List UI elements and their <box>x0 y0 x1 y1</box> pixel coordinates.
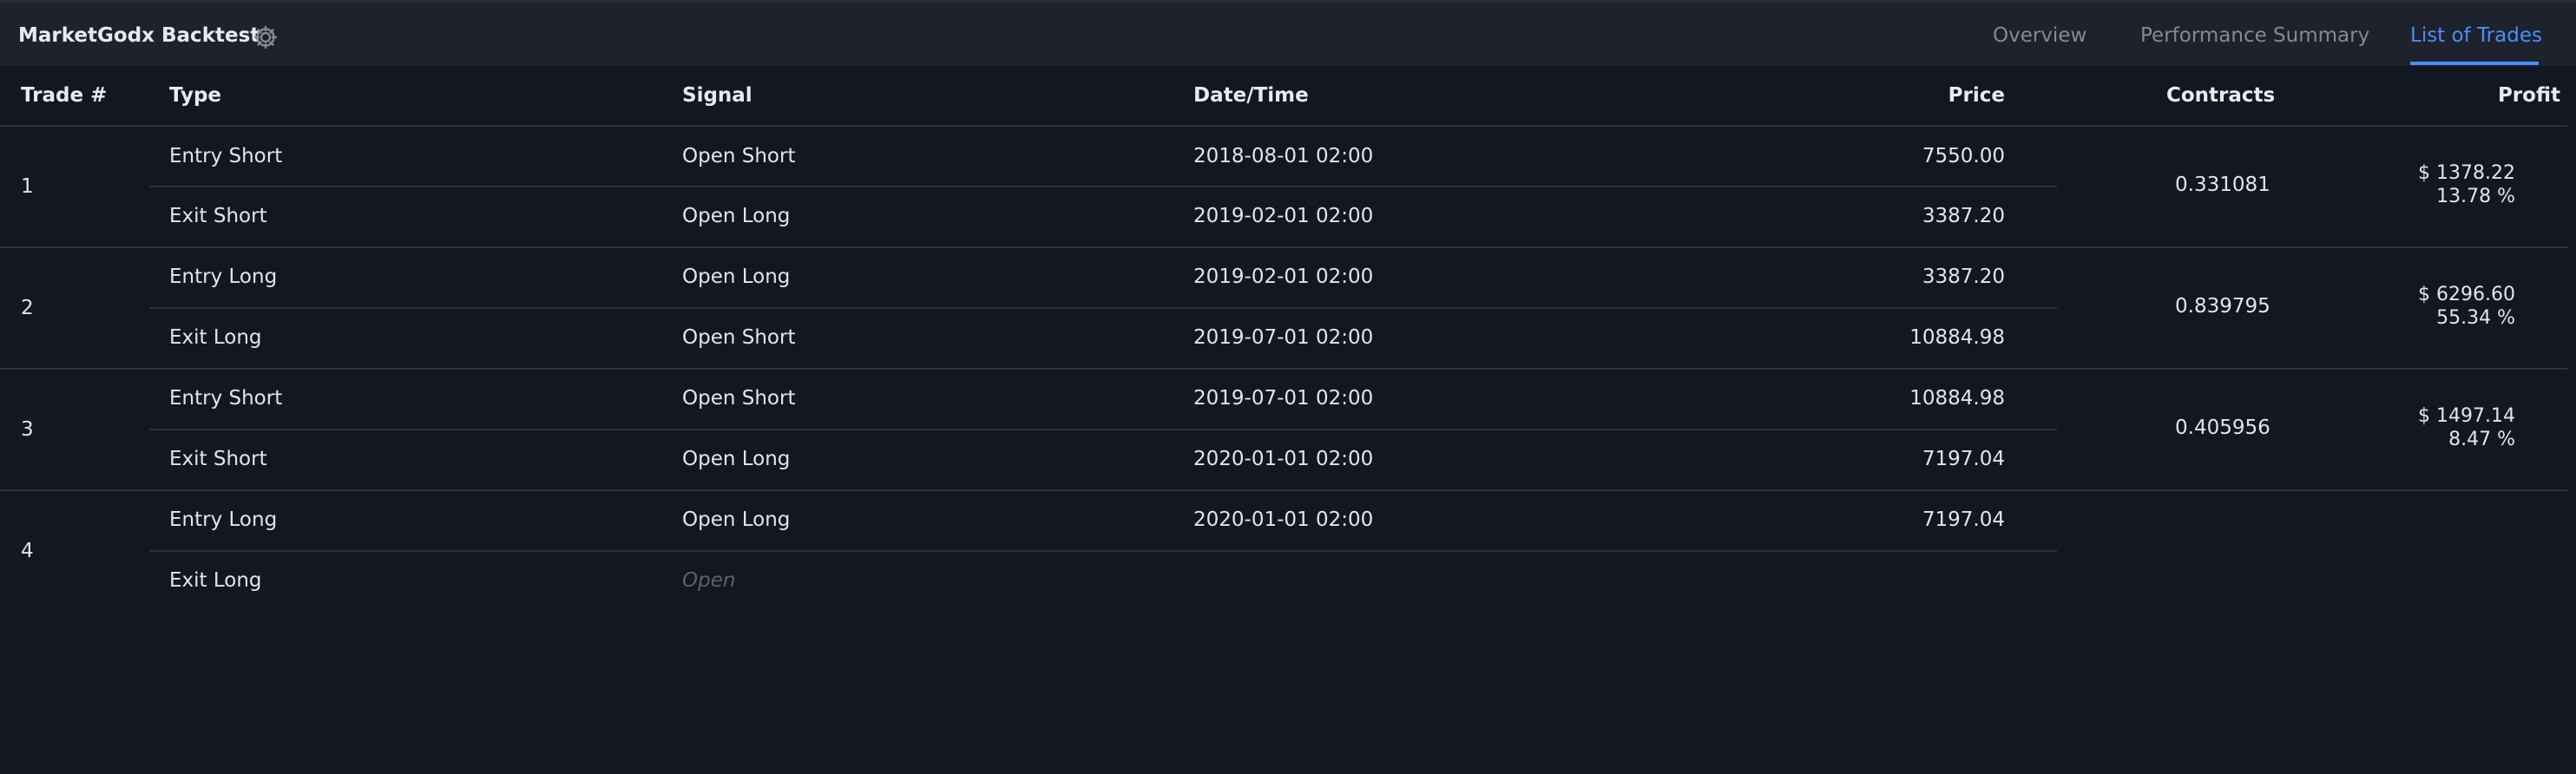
trade-number: 3 <box>21 418 34 441</box>
trade-signal-open: Open <box>682 569 736 592</box>
trade-type: Exit Short <box>169 205 267 227</box>
trade-divider <box>0 368 2567 370</box>
trade-divider <box>0 489 2567 491</box>
trade-profit-percent: 8.47 % <box>2448 429 2515 450</box>
column-header-type[interactable]: Type <box>169 84 221 107</box>
active-tab-indicator <box>2410 62 2539 65</box>
trade-datetime: 2019-07-01 02:00 <box>1193 326 1374 349</box>
trade-profit: $ 6296.60 <box>2418 284 2515 305</box>
trade-profit: $ 1497.14 <box>2418 405 2515 427</box>
trade-datetime: 2018-08-01 02:00 <box>1193 145 1374 167</box>
trade-signal: Open Long <box>682 266 791 288</box>
trade-type: Exit Short <box>169 448 267 470</box>
trade-type: Exit Long <box>169 569 262 592</box>
trade-number: 2 <box>21 297 34 319</box>
tab-performance-summary[interactable]: Performance Summary <box>2140 24 2369 47</box>
trade-type: Entry Long <box>169 266 278 288</box>
row-divider <box>149 186 2057 187</box>
trade-signal: Open Long <box>682 508 791 531</box>
trade-signal: Open Short <box>682 145 796 167</box>
trade-price: 10884.98 <box>1909 326 2005 349</box>
trade-price: 7550.00 <box>1922 145 2005 167</box>
top-bar: MarketGodx Backtest Overview Performance… <box>0 0 2576 66</box>
trade-type: Entry Short <box>169 387 283 410</box>
trade-number: 1 <box>21 175 34 198</box>
gear-icon[interactable] <box>252 23 279 51</box>
app-title: MarketGodx Backtest <box>18 24 260 47</box>
column-header-trade[interactable]: Trade # <box>21 84 107 107</box>
trade-price: 7197.04 <box>1922 508 2005 531</box>
row-divider <box>149 307 2057 309</box>
trade-price: 10884.98 <box>1909 387 2005 410</box>
trade-type: Entry Long <box>169 508 278 531</box>
header-divider <box>0 125 2567 127</box>
row-divider <box>149 550 2057 552</box>
trade-datetime: 2019-02-01 02:00 <box>1193 266 1374 288</box>
column-header-contracts[interactable]: Contracts <box>2166 84 2275 107</box>
trade-profit: $ 1378.22 <box>2418 162 2515 184</box>
trade-divider <box>0 246 2567 248</box>
trade-price: 7197.04 <box>1922 448 2005 470</box>
trade-datetime: 2020-01-01 02:00 <box>1193 508 1374 531</box>
trade-price: 3387.20 <box>1922 205 2005 227</box>
column-header-price[interactable]: Price <box>1745 84 2005 107</box>
column-header-profit[interactable]: Profit <box>2300 84 2560 107</box>
tab-overview[interactable]: Overview <box>1993 24 2086 47</box>
trade-number: 4 <box>21 540 34 562</box>
trade-signal: Open Short <box>682 326 796 349</box>
trade-price: 3387.20 <box>1922 266 2005 288</box>
trade-signal: Open Short <box>682 387 796 410</box>
trade-type: Exit Long <box>169 326 262 349</box>
trade-type: Entry Short <box>169 145 283 167</box>
row-divider <box>149 429 2057 430</box>
trade-signal: Open Long <box>682 448 791 470</box>
trade-datetime: 2019-02-01 02:00 <box>1193 205 1374 227</box>
trade-datetime: 2019-07-01 02:00 <box>1193 387 1374 410</box>
trade-profit-percent: 13.78 % <box>2436 186 2515 207</box>
trade-signal: Open Long <box>682 205 791 227</box>
column-header-datetime[interactable]: Date/Time <box>1193 84 1309 107</box>
tab-list-of-trades[interactable]: List of Trades <box>2410 24 2542 47</box>
trade-profit-percent: 55.34 % <box>2436 307 2515 329</box>
column-header-signal[interactable]: Signal <box>682 84 752 107</box>
trade-datetime: 2020-01-01 02:00 <box>1193 448 1374 470</box>
